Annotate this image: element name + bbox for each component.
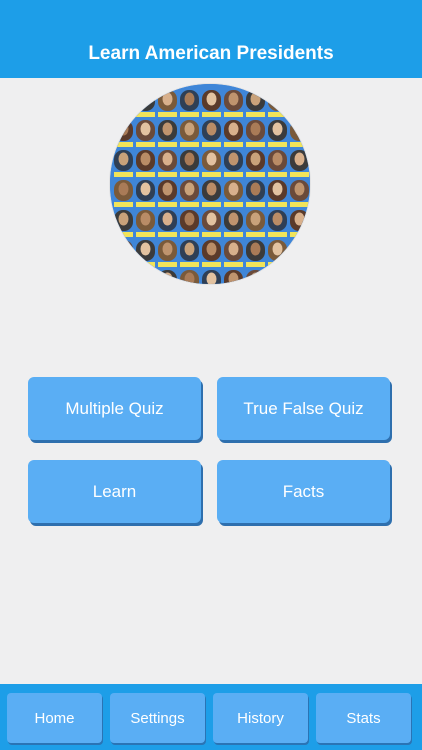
presidents-grid-icon <box>110 84 310 284</box>
tab-home[interactable]: Home <box>7 693 102 743</box>
multiple-quiz-button[interactable]: Multiple Quiz <box>28 377 201 440</box>
tab-history[interactable]: History <box>213 693 308 743</box>
tab-settings[interactable]: Settings <box>110 693 205 743</box>
app-title: Learn American Presidents <box>88 43 334 64</box>
app-header: Learn American Presidents <box>0 0 422 78</box>
tab-stats[interactable]: Stats <box>316 693 411 743</box>
facts-button[interactable]: Facts <box>217 460 390 523</box>
presidents-portraits-image <box>110 84 310 284</box>
bottom-tab-bar: Home Settings History Stats <box>0 684 422 750</box>
true-false-quiz-button[interactable]: True False Quiz <box>217 377 390 440</box>
learn-button[interactable]: Learn <box>28 460 201 523</box>
